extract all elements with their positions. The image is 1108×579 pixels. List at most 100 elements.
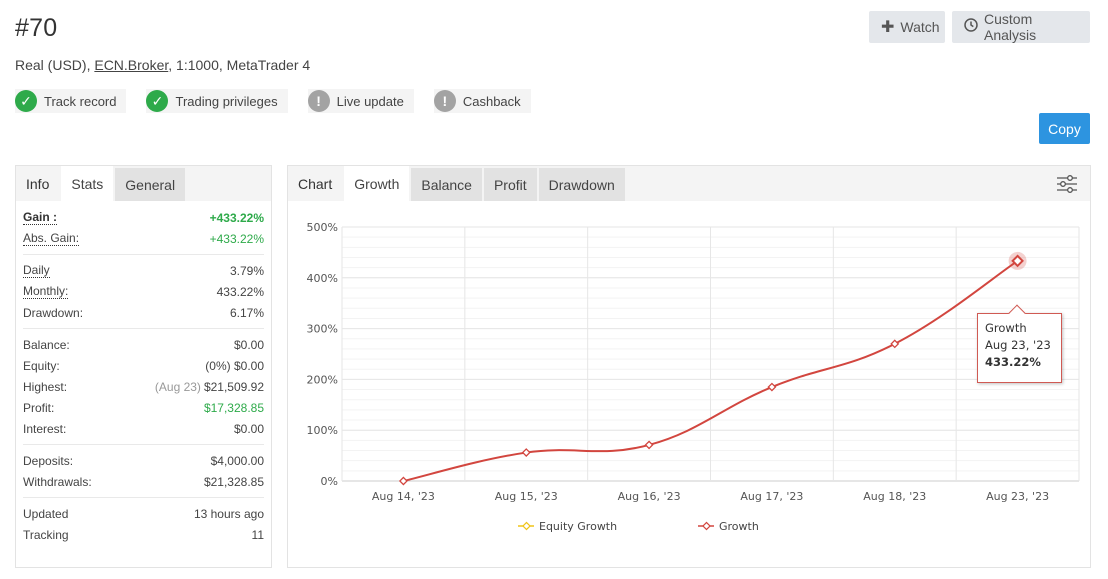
stat-value: 6.17% xyxy=(229,305,264,320)
x-tick-label: Aug 14, '23 xyxy=(372,490,435,503)
stat-value: $17,328.85 xyxy=(203,400,264,415)
stat-label: Balance: xyxy=(23,337,70,352)
tab-info[interactable]: Info xyxy=(16,166,59,201)
badge-label: Track record xyxy=(44,93,117,109)
clock-icon xyxy=(964,17,978,37)
divider xyxy=(23,254,264,255)
stat-value: 13 hours ago xyxy=(193,506,264,521)
stat-value: (0%) $0.00 xyxy=(205,359,264,373)
tooltip-value: 433.22% xyxy=(985,355,1041,369)
tab-balance[interactable]: Balance xyxy=(411,168,482,201)
stat-interest: Interest: $0.00 xyxy=(23,418,264,439)
exclamation-icon: ! xyxy=(307,90,330,112)
stat-label: Profit: xyxy=(23,400,55,415)
chart-grid xyxy=(341,226,1080,482)
growth-chart[interactable]: 0% 100% 200% 300% 400% 500% Aug 14, '23 Aug 15… xyxy=(288,201,1090,567)
x-tick-label: Aug 15, '23 xyxy=(495,490,558,503)
stat-value: +433.22% xyxy=(209,210,264,225)
watch-button[interactable]: ✚ Watch xyxy=(869,11,945,43)
custom-analysis-button[interactable]: Custom Analysis xyxy=(952,11,1090,43)
y-tick-label: 200% xyxy=(307,373,338,386)
tab-drawdown[interactable]: Drawdown xyxy=(538,168,625,201)
badge-live-update[interactable]: ! Live update xyxy=(307,89,414,113)
check-icon: ✓ xyxy=(146,90,169,112)
badge-label: Live update xyxy=(336,93,404,109)
stat-value: $4,000.00 xyxy=(210,453,264,468)
stat-tracking: Tracking 11 xyxy=(23,524,264,545)
copy-button[interactable]: Copy xyxy=(1039,113,1090,144)
tab-growth[interactable]: Growth xyxy=(344,166,410,201)
custom-analysis-label: Custom Analysis xyxy=(984,11,1037,43)
stat-label[interactable]: Gain : xyxy=(23,210,58,225)
tooltip-date: Aug 23, '23 xyxy=(985,338,1051,352)
badge-trading-privileges[interactable]: ✓ Trading privileges xyxy=(146,89,288,113)
stat-label: Updated xyxy=(23,506,69,521)
legend-marker xyxy=(702,521,711,531)
stat-note: (Aug 23) xyxy=(154,379,201,394)
tab-profit[interactable]: Profit xyxy=(483,168,537,201)
stat-value: 433.22% xyxy=(216,284,264,299)
stats-tabbar: Info Stats General xyxy=(16,166,271,201)
stat-monthly: Monthly: 433.22% xyxy=(23,281,264,302)
verification-badges: ✓ Track record ✓ Trading privileges ! Li… xyxy=(15,89,531,113)
stat-balance: Balance: $0.00 xyxy=(23,334,264,355)
data-point xyxy=(890,339,900,349)
y-axis: 0% 100% 200% 300% 400% 500% xyxy=(307,221,338,488)
stat-label: Drawdown: xyxy=(23,305,84,320)
x-tick-label: Aug 18, '23 xyxy=(863,490,926,503)
account-subtitle: Real (USD), ECN.Broker, 1:1000, MetaTrad… xyxy=(15,57,310,73)
divider xyxy=(23,444,264,445)
stat-withdrawals: Withdrawals: $21,328.85 xyxy=(23,471,264,492)
account-type: Real (USD), xyxy=(15,57,91,73)
stat-updated: Updated 13 hours ago xyxy=(23,503,264,524)
y-tick-label: 500% xyxy=(307,221,338,234)
page-title: #70 xyxy=(15,14,58,42)
stat-label[interactable]: Daily xyxy=(23,263,50,278)
tab-chart[interactable]: Chart xyxy=(288,166,342,201)
stat-value: +433.22% xyxy=(209,231,264,246)
badge-track-record[interactable]: ✓ Track record xyxy=(15,89,127,113)
y-tick-label: 300% xyxy=(307,323,338,336)
platform: , MetaTrader 4 xyxy=(218,57,311,73)
data-point xyxy=(644,440,654,450)
stat-equity: Equity: (0%) $0.00 xyxy=(23,355,264,376)
stat-gain: Gain : +433.22% xyxy=(23,207,264,228)
chart-settings-icon[interactable] xyxy=(1056,174,1078,194)
stat-label[interactable]: Abs. Gain: xyxy=(23,231,80,246)
broker-link[interactable]: ECN.Broker xyxy=(94,57,168,73)
stat-label: Equity: xyxy=(23,358,60,373)
badge-label: Trading privileges xyxy=(175,93,278,109)
chart-series xyxy=(398,251,1027,486)
stat-label[interactable]: Monthly: xyxy=(23,284,69,299)
x-axis: Aug 14, '23 Aug 15, '23 Aug 16, '23 Aug 17,… xyxy=(372,490,1049,503)
badge-cashback[interactable]: ! Cashback xyxy=(433,89,531,113)
legend-label: Growth xyxy=(719,520,759,533)
stat-note: (0%) xyxy=(205,358,231,373)
stat-profit: Profit: $17,328.85 xyxy=(23,397,264,418)
check-icon: ✓ xyxy=(15,90,37,112)
stat-amount: $0.00 xyxy=(233,358,264,373)
stat-label: Withdrawals: xyxy=(23,474,92,489)
tab-stats[interactable]: Stats xyxy=(61,166,114,201)
stats-panel: Info Stats General Gain : +433.22% Abs. … xyxy=(15,165,272,568)
y-tick-label: 0% xyxy=(321,475,338,488)
stat-label: Tracking xyxy=(23,527,69,542)
badge-label: Cashback xyxy=(462,93,521,109)
divider xyxy=(23,328,264,329)
stat-value: (Aug 23) $21,509.92 xyxy=(155,380,264,394)
exclamation-icon: ! xyxy=(433,90,456,112)
plus-icon: ✚ xyxy=(881,19,895,36)
x-tick-label: Aug 23, '23 xyxy=(986,490,1049,503)
stat-amount: $21,509.92 xyxy=(203,379,264,394)
tooltip-series: Growth xyxy=(985,321,1027,335)
stat-label: Deposits: xyxy=(23,453,74,468)
leverage: , 1:1000 xyxy=(168,57,219,73)
y-tick-label: 100% xyxy=(307,424,338,437)
chart-tooltip: Growth Aug 23, '23 433.22% xyxy=(977,313,1062,383)
stat-highest: Highest: (Aug 23) $21,509.92 xyxy=(23,376,264,397)
tab-general[interactable]: General xyxy=(115,168,186,201)
stat-value: $0.00 xyxy=(233,337,264,352)
chart-panel: Chart Growth Balance Profit Drawdown 0% 1… xyxy=(287,165,1091,568)
stat-value: 3.79% xyxy=(229,263,264,278)
x-tick-label: Aug 17, '23 xyxy=(740,490,803,503)
